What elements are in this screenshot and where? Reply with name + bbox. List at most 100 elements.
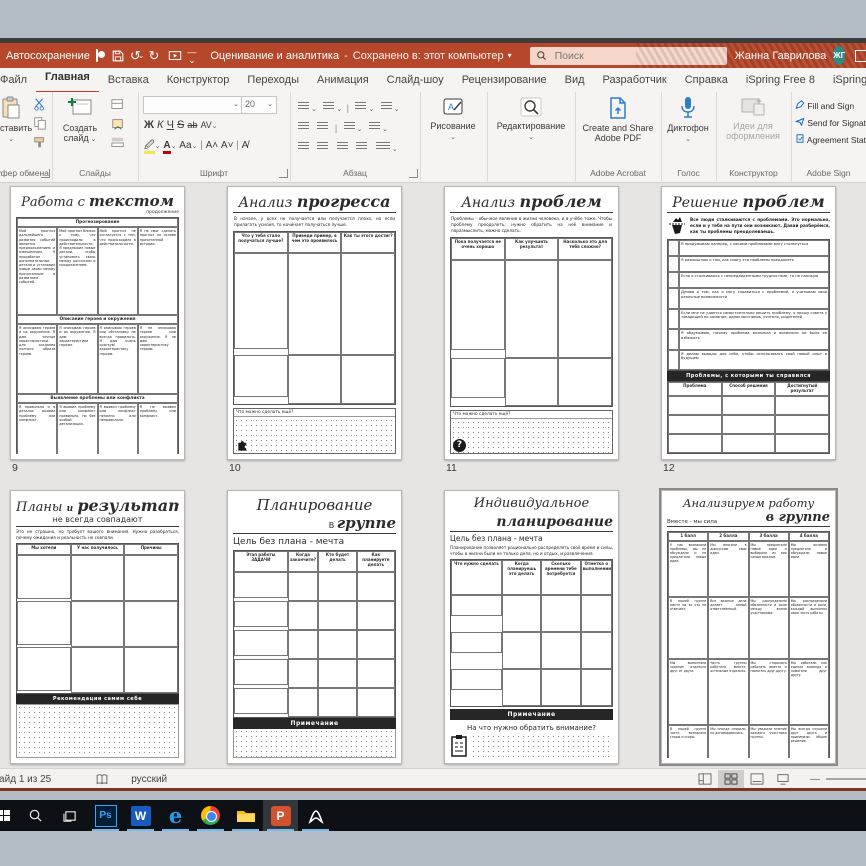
tab-slideshow[interactable]: Слайд-шоу: [378, 68, 453, 92]
shrink-font-icon[interactable]: А˅: [221, 140, 234, 151]
task-view-button[interactable]: [53, 800, 88, 831]
slideshow-view-button[interactable]: [770, 770, 796, 788]
slide-thumbnail-15[interactable]: Индивидуальное планирование Цель без пла…: [444, 490, 619, 764]
char-spacing-icon[interactable]: AV: [200, 120, 211, 130]
italic-icon[interactable]: К: [157, 119, 163, 131]
title-dropdown-icon[interactable]: ▾: [508, 51, 512, 60]
zoom-out-button[interactable]: —: [810, 774, 820, 785]
change-case-icon[interactable]: Аа: [179, 140, 191, 151]
start-slideshow-icon[interactable]: [168, 49, 182, 63]
ribbon-display-options-icon[interactable]: [855, 50, 866, 62]
tab-review[interactable]: Рецензирование: [453, 68, 556, 92]
redo-icon[interactable]: ↻: [148, 48, 159, 64]
user-name[interactable]: Жанна Гаврилова: [735, 50, 827, 62]
customize-qat-icon[interactable]: —⌄: [187, 48, 196, 64]
font-color-icon[interactable]: А: [163, 140, 170, 154]
increase-indent-icon[interactable]: [317, 122, 328, 131]
reset-slide-icon[interactable]: [110, 117, 126, 131]
taskbar-search-button[interactable]: [18, 800, 53, 831]
text-direction-icon[interactable]: [369, 122, 380, 131]
indent-buttons[interactable]: | ⌄ ⌄: [296, 118, 388, 136]
fill-and-sign-button[interactable]: Fill and Sign: [795, 98, 866, 115]
create-share-pdf-button[interactable]: Create and Share Adobe PDF: [577, 96, 659, 143]
tab-animations[interactable]: Анимация: [308, 68, 378, 92]
tab-ispring-suite[interactable]: iSpring Suite 9: [824, 68, 866, 92]
sort-icon[interactable]: [381, 102, 392, 111]
save-icon[interactable]: [111, 49, 125, 63]
list-buttons[interactable]: ⌄ ⌄ | ⌄ ⌄: [296, 98, 400, 116]
slide-thumbnail-12[interactable]: Решение проблем Все люди сталкиваются с …: [661, 186, 836, 460]
undo-caret-icon[interactable]: ⌄: [138, 51, 145, 60]
font-dialog-launcher[interactable]: [279, 169, 288, 178]
tab-transitions[interactable]: Переходы: [238, 68, 308, 92]
paste-button[interactable]: Вставить⌄: [0, 96, 28, 145]
zoom-slider[interactable]: [826, 778, 866, 780]
highlight-color-icon[interactable]: 🖉: [144, 140, 155, 154]
spellcheck-book-icon[interactable]: [95, 773, 109, 786]
tab-ispring-free[interactable]: iSpring Free 8: [737, 68, 824, 92]
font-name-combobox[interactable]: ⌄: [143, 96, 243, 114]
justify-icon[interactable]: [356, 142, 367, 151]
slide-thumbnail-10[interactable]: Анализ прогресса В начале, у всех не пол…: [227, 186, 402, 460]
start-button[interactable]: [0, 800, 18, 831]
bold-icon[interactable]: Ж: [144, 119, 154, 131]
tab-insert[interactable]: Вставка: [99, 68, 158, 92]
slide-thumbnail-13[interactable]: Планы и результат не всегда совпадают Эт…: [10, 490, 185, 764]
font-style-buttons[interactable]: Ж К Ч S ab AV⌄: [144, 119, 284, 131]
reading-view-button[interactable]: [744, 770, 770, 788]
send-for-signature-button[interactable]: Send for Signature: [795, 115, 866, 132]
autosave-toggle[interactable]: [96, 49, 98, 62]
drawing-button[interactable]: A Рисование⌄: [422, 96, 484, 143]
paragraph-dialog-launcher[interactable]: [409, 169, 418, 178]
format-painter-icon[interactable]: [32, 135, 48, 149]
columns-icon[interactable]: [344, 122, 355, 131]
grow-font-icon[interactable]: А˄: [206, 140, 219, 151]
dictaphone-button[interactable]: Диктофон⌄: [663, 96, 713, 145]
clear-formatting-icon[interactable]: А̸: [242, 140, 249, 151]
section-icon[interactable]: [110, 136, 126, 150]
tab-home[interactable]: Главная: [36, 67, 99, 94]
copy-icon[interactable]: [32, 116, 48, 130]
tab-view[interactable]: Вид: [556, 68, 594, 92]
underline-icon[interactable]: Ч: [167, 119, 174, 131]
tab-file[interactable]: Файл: [0, 68, 36, 92]
taskbar-edge-icon[interactable]: e: [158, 800, 193, 831]
taskbar-acrobat-icon[interactable]: [298, 800, 333, 831]
editing-button[interactable]: Редактирование⌄: [489, 96, 573, 143]
clipboard-dialog-launcher[interactable]: [41, 169, 50, 178]
slide-sorter-view-button[interactable]: [718, 770, 744, 788]
language-indicator[interactable]: русский: [131, 774, 167, 785]
font-size-combobox[interactable]: 20⌄: [241, 96, 277, 114]
cut-icon[interactable]: [32, 97, 48, 111]
slide-layout-icon[interactable]: [110, 98, 126, 112]
new-slide-button[interactable]: Создать слайд ⌄: [56, 96, 104, 145]
taskbar-explorer-icon[interactable]: [228, 800, 263, 831]
bullets-icon[interactable]: [298, 102, 309, 111]
font-color-buttons[interactable]: 🖉⌄ А⌄ Аа⌄ | А˄ А˅ | А̸: [144, 138, 288, 155]
tab-help[interactable]: Справка: [676, 68, 737, 92]
slide-thumbnail-9[interactable]: Работа с текстом продолжение Прогнозиров…: [10, 186, 185, 460]
taskbar-photoshop-icon[interactable]: Ps: [88, 800, 123, 831]
tab-design[interactable]: Конструктор: [158, 68, 239, 92]
taskbar-word-icon[interactable]: W: [123, 800, 158, 831]
align-left-icon[interactable]: [298, 142, 309, 151]
tab-developer[interactable]: Разработчик: [594, 68, 676, 92]
taskbar-powerpoint-icon[interactable]: P: [263, 800, 298, 831]
decrease-indent-icon[interactable]: [298, 122, 309, 131]
numbering-icon[interactable]: [323, 102, 334, 111]
taskbar-chrome-icon[interactable]: [193, 800, 228, 831]
slide-counter[interactable]: Слайд 1 из 25: [0, 774, 51, 785]
smartart-convert-icon[interactable]: [376, 142, 390, 151]
normal-view-button[interactable]: [692, 770, 718, 788]
align-buttons[interactable]: ⌄: [296, 138, 398, 156]
align-right-icon[interactable]: [337, 142, 348, 151]
agreement-status-button[interactable]: Agreement Status: [795, 132, 866, 149]
line-spacing-icon[interactable]: [355, 102, 366, 111]
align-center-icon[interactable]: [317, 142, 328, 151]
double-strike-icon[interactable]: ab: [187, 120, 197, 130]
strikethrough-icon[interactable]: S: [177, 119, 184, 131]
design-ideas-button[interactable]: Идеи для оформления: [718, 96, 788, 141]
slide-thumbnail-14[interactable]: Планирование В группе Цель без плана - м…: [227, 490, 402, 764]
slide-thumbnail-11[interactable]: Анализ проблем Проблемы – обычное явлени…: [444, 186, 619, 460]
slide-thumbnail-16[interactable]: Анализируем работу Вместе - мы сила в гр…: [661, 490, 836, 764]
